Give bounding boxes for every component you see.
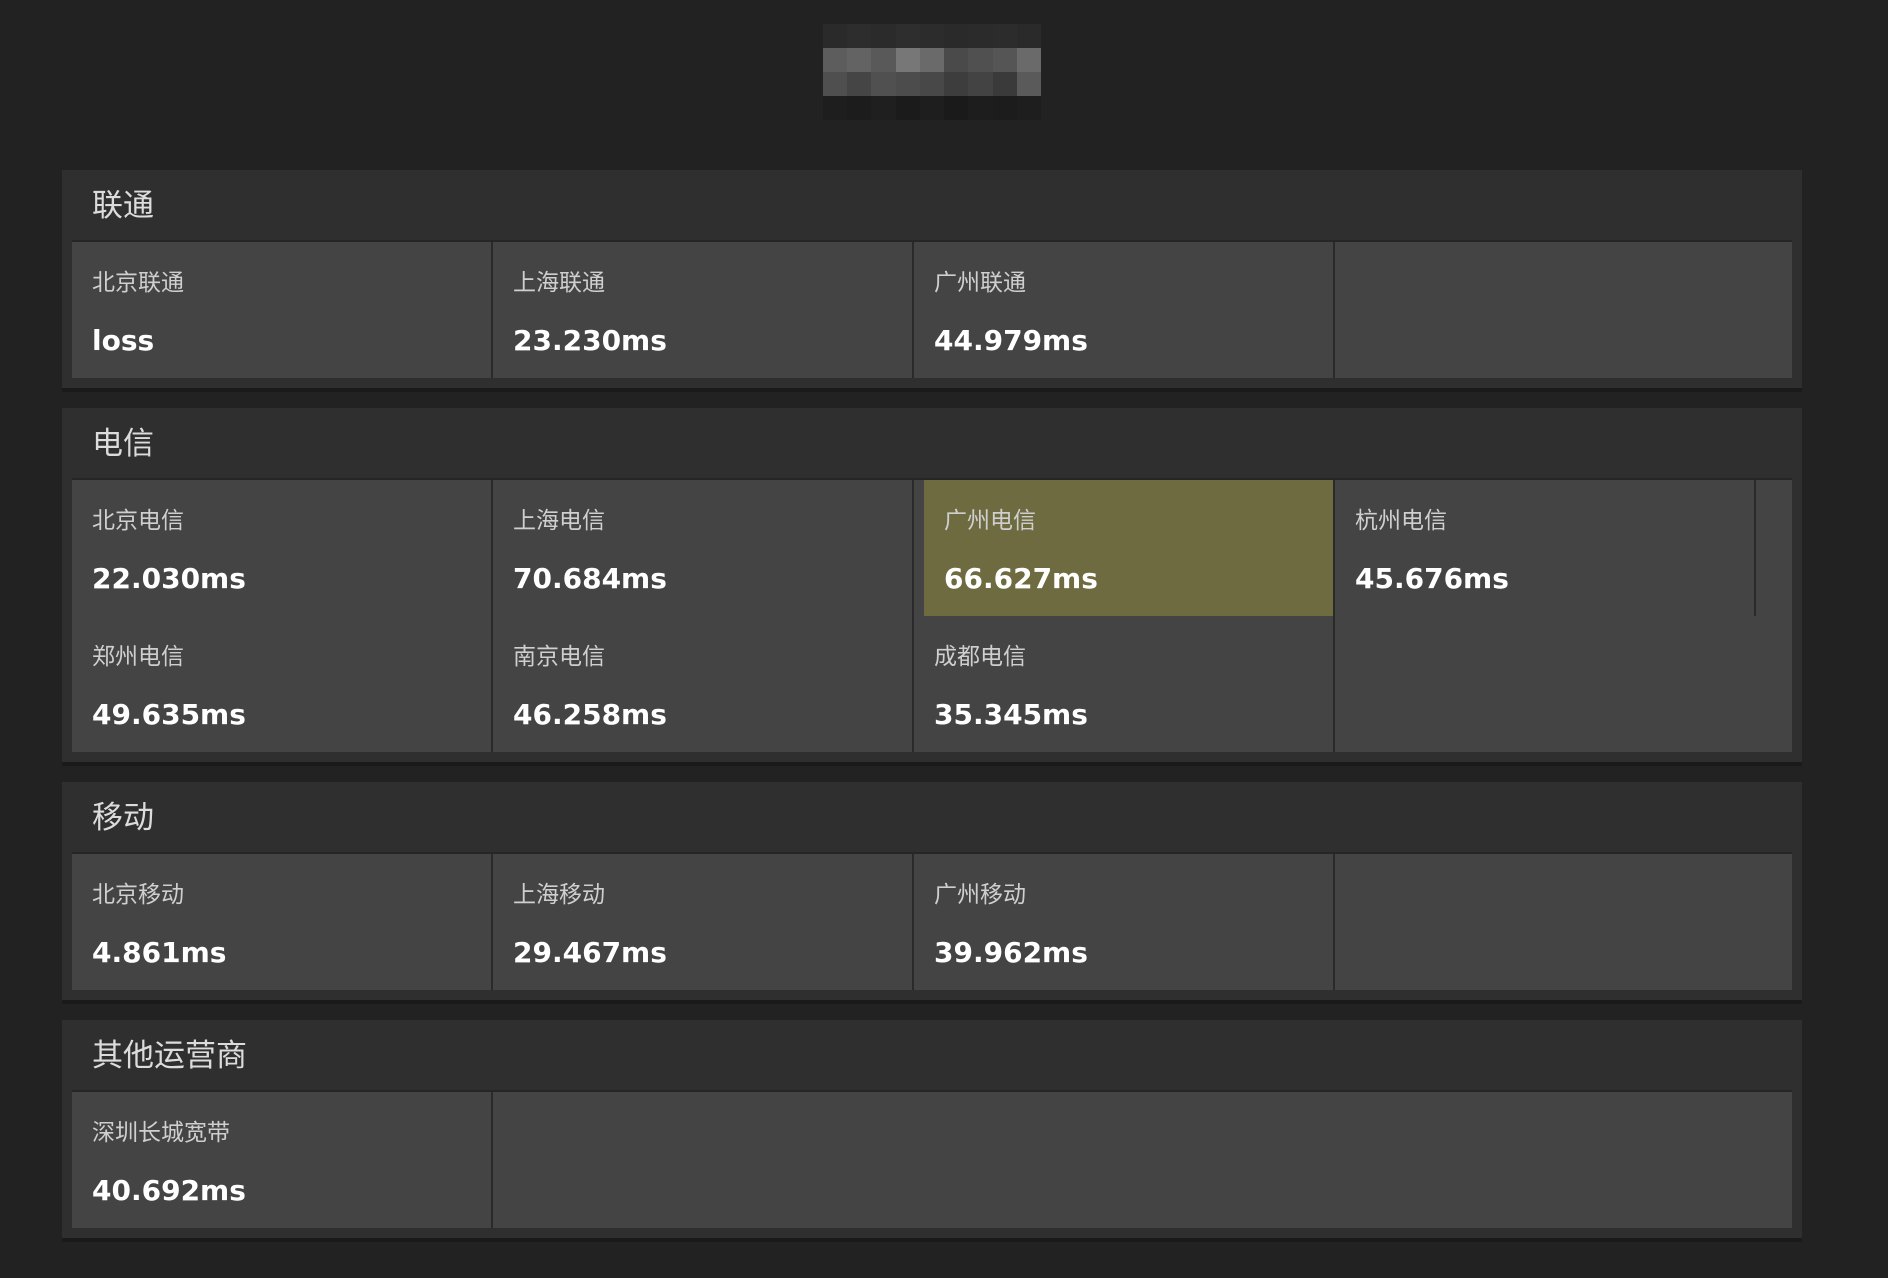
node-cell: 上海移动 29.467ms: [493, 854, 914, 990]
logo-pixel: [895, 72, 920, 96]
logo-pixel: [847, 72, 872, 96]
logo-pixel: [944, 48, 969, 72]
node-latency: 70.684ms: [513, 562, 667, 595]
node-name: 上海电信: [513, 508, 605, 534]
node-latency: 66.627ms: [944, 562, 1098, 595]
logo-pixel: [968, 96, 993, 120]
node-latency: 4.861ms: [92, 936, 227, 969]
node-cell: 郑州电信 49.635ms: [72, 616, 493, 752]
isp-group-other: 其他运营商 深圳长城宽带 40.692ms: [62, 1020, 1802, 1238]
node-cell: 北京移动 4.861ms: [72, 854, 493, 990]
node-latency: 49.635ms: [92, 698, 246, 731]
node-cell: 广州移动 39.962ms: [914, 854, 1335, 990]
node-latency: 40.692ms: [92, 1174, 246, 1207]
logo-pixel: [992, 24, 1017, 48]
logo-pixel: [823, 24, 848, 48]
node-cell: 上海电信 70.684ms: [493, 480, 914, 616]
isp-groups: 联通 北京联通 loss 上海联通 23.230ms 广州联通 44.979ms…: [62, 170, 1802, 1258]
node-name: 北京电信: [92, 508, 184, 534]
node-name: 广州联通: [934, 270, 1026, 296]
logo-pixel: [895, 48, 920, 72]
logo-pixel: [919, 72, 945, 96]
node-latency: 45.676ms: [1355, 562, 1509, 595]
logo-pixel: [919, 48, 945, 72]
node-grid: 北京电信 22.030ms 上海电信 70.684ms 广州电信 66.627m…: [72, 480, 1792, 752]
isp-group-telecom: 电信 北京电信 22.030ms 上海电信 70.684ms 广州电信 66.6…: [62, 408, 1802, 762]
node-latency: 35.345ms: [934, 698, 1088, 731]
node-cell: 广州联通 44.979ms: [914, 242, 1335, 378]
node-name: 北京移动: [92, 882, 184, 908]
logo-pixel: [968, 48, 993, 72]
logo-pixel: [944, 96, 969, 120]
logo-pixel: [919, 24, 945, 48]
logo-pixel: [847, 24, 872, 48]
node-name: 深圳长城宽带: [92, 1120, 230, 1146]
logo-pixel: [992, 72, 1017, 96]
node-cell-highlighted: 广州电信 66.627ms: [914, 480, 1335, 616]
node-cell: 杭州电信 45.676ms: [1335, 480, 1792, 616]
node-grid: 北京联通 loss 上海联通 23.230ms 广州联通 44.979ms: [72, 242, 1792, 378]
node-name: 广州电信: [944, 508, 1036, 534]
group-title: 移动: [72, 782, 1792, 854]
logo-pixel: [992, 48, 1017, 72]
node-latency: 23.230ms: [513, 324, 667, 357]
logo-pixel: [1016, 48, 1041, 72]
node-name: 南京电信: [513, 644, 605, 670]
logo-pixel: [944, 72, 969, 96]
group-title: 联通: [72, 170, 1792, 242]
empty-cell: [1756, 480, 1792, 616]
logo-pixel: [823, 72, 848, 96]
logo-pixel: [847, 96, 872, 120]
logo-pixel: [823, 96, 848, 120]
empty-cell: [1335, 242, 1792, 378]
node-name: 郑州电信: [92, 644, 184, 670]
logo-pixel: [895, 24, 920, 48]
group-title: 其他运营商: [72, 1020, 1792, 1092]
logo-pixel: [1016, 24, 1041, 48]
node-latency: 29.467ms: [513, 936, 667, 969]
logo-pixel: [871, 72, 896, 96]
logo-pixel: [944, 24, 969, 48]
node-name: 成都电信: [934, 644, 1026, 670]
group-title: 电信: [72, 408, 1792, 480]
isp-group-unicom: 联通 北京联通 loss 上海联通 23.230ms 广州联通 44.979ms: [62, 170, 1802, 388]
logo-pixel: [968, 72, 993, 96]
node-latency: 22.030ms: [92, 562, 246, 595]
node-cell: 上海联通 23.230ms: [493, 242, 914, 378]
node-grid: 北京移动 4.861ms 上海移动 29.467ms 广州移动 39.962ms: [72, 854, 1792, 990]
logo-pixel: [871, 96, 896, 120]
node-grid: 深圳长城宽带 40.692ms: [72, 1092, 1792, 1228]
logo-pixel: [847, 48, 872, 72]
isp-group-mobile: 移动 北京移动 4.861ms 上海移动 29.467ms 广州移动 39.96…: [62, 782, 1802, 1000]
node-name: 北京联通: [92, 270, 184, 296]
node-latency: loss: [92, 324, 155, 357]
node-cell: 南京电信 46.258ms: [493, 616, 914, 752]
empty-cell: [1335, 854, 1792, 990]
node-name: 广州移动: [934, 882, 1026, 908]
empty-cell: [1335, 616, 1792, 752]
logo-pixel: [895, 96, 920, 120]
logo-pixel: [823, 48, 848, 72]
logo-pixel: [871, 24, 896, 48]
node-cell: 北京电信 22.030ms: [72, 480, 493, 616]
logo-pixel: [1016, 72, 1041, 96]
node-latency: 44.979ms: [934, 324, 1088, 357]
node-latency: 46.258ms: [513, 698, 667, 731]
logo-pixel: [919, 96, 945, 120]
node-name: 上海移动: [513, 882, 605, 908]
node-name: 杭州电信: [1355, 508, 1447, 534]
logo-pixel: [871, 48, 896, 72]
node-cell: 北京联通 loss: [72, 242, 493, 378]
node-cell: 深圳长城宽带 40.692ms: [72, 1092, 493, 1228]
node-name: 上海联通: [513, 270, 605, 296]
site-logo: [823, 24, 1041, 120]
logo-pixel: [968, 24, 993, 48]
empty-cell: [493, 1092, 1792, 1228]
node-cell: 成都电信 35.345ms: [914, 616, 1335, 752]
logo-pixel: [992, 96, 1017, 120]
node-latency: 39.962ms: [934, 936, 1088, 969]
logo-pixel: [1016, 96, 1041, 120]
